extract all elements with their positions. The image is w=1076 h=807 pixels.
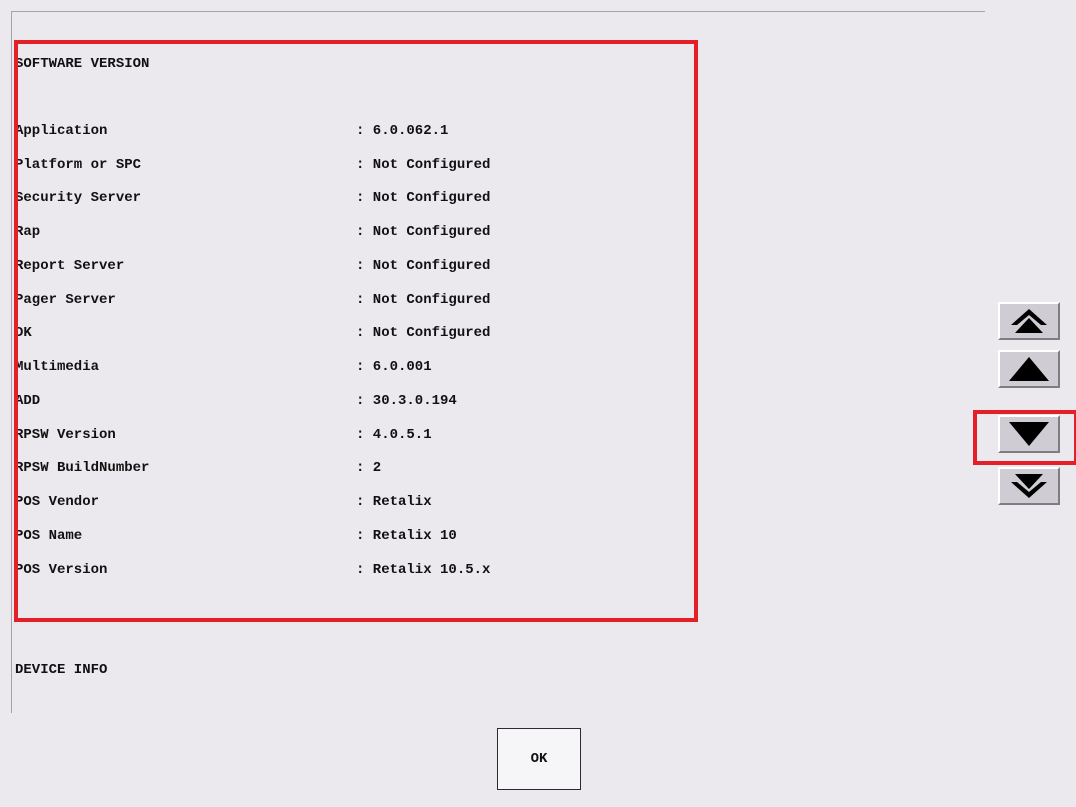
- row-label: POS Vendor: [15, 494, 100, 510]
- info-text-area: SOFTWARE VERSION Application : 6.0.062.1…: [15, 12, 985, 713]
- row-value: : Not Configured: [356, 190, 491, 206]
- info-row-rpsw-version: RPSW Version : 4.0.5.1: [15, 427, 695, 447]
- row-label: Pager Server: [15, 292, 116, 308]
- row-value: : Retalix 10: [356, 528, 457, 544]
- row-value: : 30.3.0.194: [356, 393, 457, 409]
- row-value: : Not Configured: [356, 157, 491, 173]
- row-label: Report Server: [15, 258, 125, 274]
- row-label: Security Server: [15, 190, 142, 206]
- row-value: : Not Configured: [356, 292, 491, 308]
- device-info-title: DEVICE INFO: [15, 662, 108, 678]
- row-value: : 6.0.001: [356, 359, 432, 375]
- row-label: RPSW BuildNumber: [15, 460, 150, 476]
- row-label: Platform or SPC: [15, 157, 142, 173]
- info-row-pos-vendor: POS Vendor : Retalix: [15, 494, 695, 514]
- scroll-down-button[interactable]: [998, 415, 1060, 453]
- row-value: : Not Configured: [356, 224, 491, 240]
- info-row-add: ADD : 30.3.0.194: [15, 393, 695, 413]
- scroll-bottom-button[interactable]: [998, 467, 1060, 505]
- row-value: : 2: [356, 460, 382, 476]
- row-label: POS Name: [15, 528, 83, 544]
- up-arrow-icon: [1009, 357, 1049, 381]
- scroll-up-button[interactable]: [998, 350, 1060, 388]
- row-label: Application: [15, 123, 108, 139]
- software-version-title: SOFTWARE VERSION: [15, 56, 150, 72]
- scroll-top-button[interactable]: [998, 302, 1060, 340]
- row-value: : Retalix: [356, 494, 432, 510]
- row-value: : 6.0.062.1: [356, 123, 449, 139]
- double-up-arrow-icon: [1011, 309, 1047, 333]
- info-row-pos-version: POS Version : Retalix 10.5.x: [15, 562, 695, 582]
- info-row-multimedia: Multimedia : 6.0.001: [15, 359, 695, 379]
- info-row-rap: Rap : Not Configured: [15, 224, 695, 244]
- info-row-dk: DK : Not Configured: [15, 325, 695, 345]
- row-value: : Not Configured: [356, 258, 491, 274]
- info-row-rpsw-buildnumber: RPSW BuildNumber : 2: [15, 460, 695, 480]
- info-panel: SOFTWARE VERSION Application : 6.0.062.1…: [11, 11, 985, 713]
- row-value: : Not Configured: [356, 325, 491, 341]
- row-label: ADD: [15, 393, 41, 409]
- ok-button[interactable]: OK: [497, 728, 581, 790]
- down-arrow-icon: [1009, 422, 1049, 446]
- info-row-pos-name: POS Name : Retalix 10: [15, 528, 695, 548]
- info-row-security-server: Security Server : Not Configured: [15, 190, 695, 210]
- double-down-arrow-icon: [1011, 474, 1047, 498]
- row-label: POS Version: [15, 562, 108, 578]
- info-row-platform: Platform or SPC : Not Configured: [15, 157, 695, 177]
- row-label: Rap: [15, 224, 41, 240]
- info-row-pager-server: Pager Server : Not Configured: [15, 292, 695, 312]
- row-label: Multimedia: [15, 359, 100, 375]
- info-row-application: Application : 6.0.062.1: [15, 123, 695, 143]
- row-label: RPSW Version: [15, 427, 116, 443]
- row-value: : Retalix 10.5.x: [356, 562, 491, 578]
- row-label: DK: [15, 325, 32, 341]
- row-value: : 4.0.5.1: [356, 427, 432, 443]
- info-row-report-server: Report Server : Not Configured: [15, 258, 695, 278]
